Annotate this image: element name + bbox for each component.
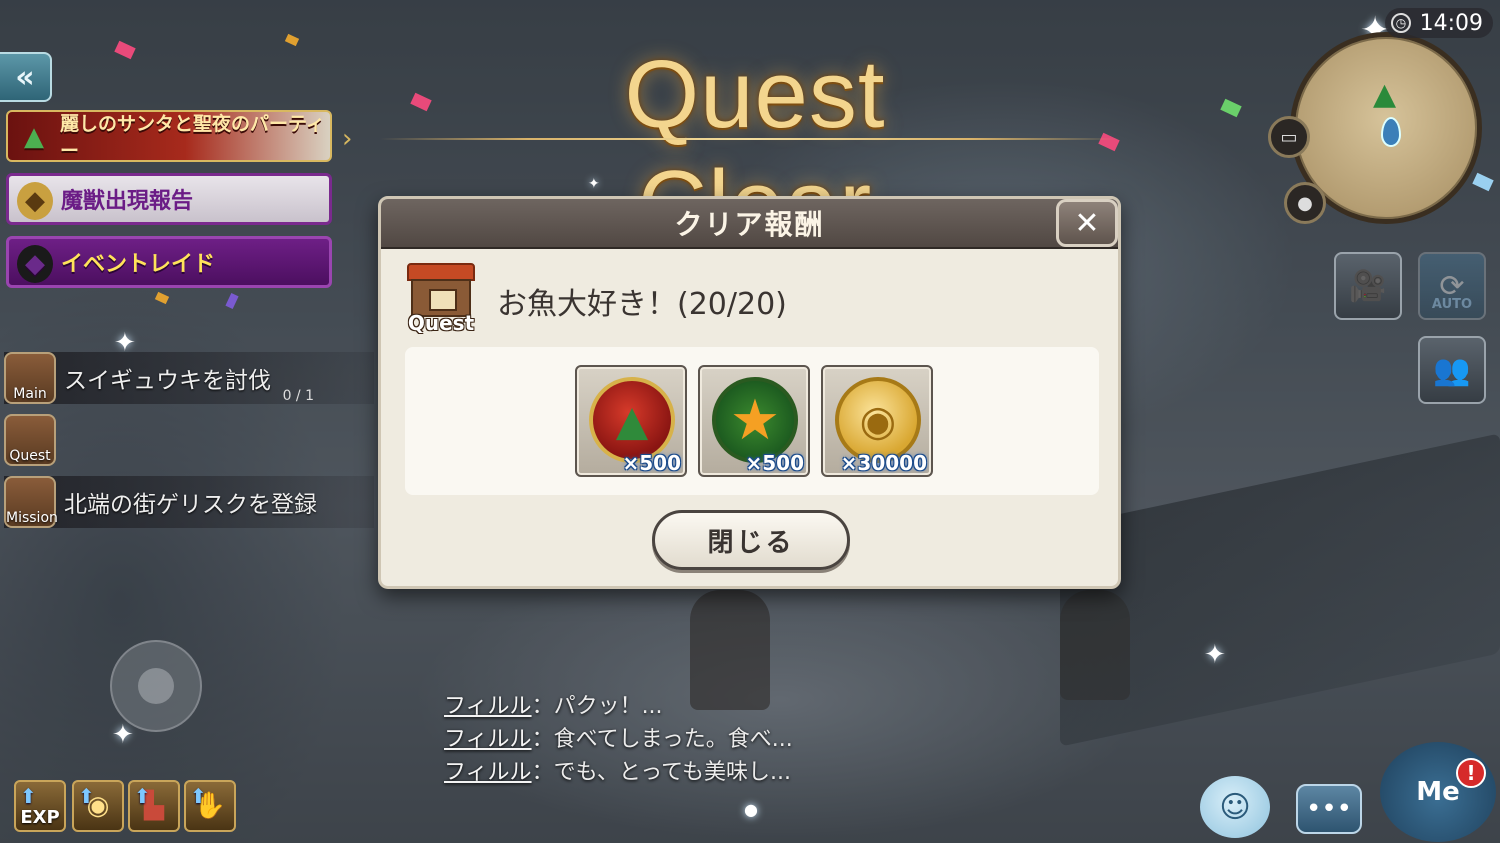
back-button[interactable]: « [0,52,52,102]
christmas-tree-icon: ▲ [24,122,44,152]
chat-line: フィルル：食べてしまった。食べ... [444,723,793,756]
dialog-close-button[interactable]: ✕ [1056,199,1118,247]
boost-label: EXP [20,807,60,828]
quest-row-main[interactable]: Main スイギュウキを討伐 0 / 1 [4,352,374,404]
chat-message: ：でも、とっても美味し... [531,760,792,785]
companion-character [1060,590,1130,700]
quest-badge-icon: Quest [403,263,479,335]
mission-icon: Mission [4,476,58,528]
smiley-face-icon: ☺ [1219,789,1251,825]
double-chevron-left-icon: « [15,59,35,95]
map-toggle-button[interactable]: ▭ [1268,116,1310,158]
quest-badge-label: Main [13,386,47,402]
quest-text: 北端の街ゲリスクを登録 [64,492,317,518]
exp-boost-button[interactable]: ⬆ EXP [14,780,66,832]
companion-button[interactable]: ● [1284,182,1326,224]
quest-icon: Quest [4,414,56,466]
title-underline [380,138,1120,140]
chat-button[interactable]: ••• [1296,784,1362,834]
hand-boost-button[interactable]: ⬆ ✋ [184,780,236,832]
beast-mask-icon: ◆ [17,182,53,220]
chat-log: フィルル：パクッ！... フィルル：食べてしまった。食べ... フィルル：でも、… [444,690,793,789]
up-arrow-icon: ⬆ [134,784,151,808]
cat-mask-icon: ◆ [17,245,53,283]
quest-badge-label: Mission [6,510,58,526]
quest-row-mission[interactable]: Mission 北端の街ゲリスクを登録 [4,476,374,528]
up-arrow-icon: ⬆ [20,784,37,808]
reward-quantity: ×500 [745,451,804,475]
event-banner-raid[interactable]: ◆ イベントレイド [6,236,332,288]
chat-speaker[interactable]: フィルル [444,727,532,752]
clock-icon: ◷ [1391,13,1411,33]
event-banner-label: イベントレイド [61,252,216,277]
chat-speaker[interactable]: フィルル [444,760,532,785]
quest-badge-label: Quest [407,311,475,335]
reward-quantity: ×30000 [840,451,927,475]
camera-icon: 🎥 [1349,268,1387,304]
clear-reward-dialog: クリア報酬 ✕ Quest お魚大好き！(20/20) ▲ ×500 ★ ×50… [378,196,1121,589]
event-banner-label: 麗しのサンタと聖夜のパーティー [60,113,325,162]
event-banner-christmas[interactable]: ▲ 麗しのサンタと聖夜のパーティー [6,110,332,162]
quest-badge-label: Quest [9,448,51,464]
close-button[interactable]: 閉じる [652,510,850,570]
alert-badge: ! [1456,758,1486,788]
party-button[interactable]: 👥 [1418,336,1486,404]
boot-boost-button[interactable]: ⬆ ▙ [128,780,180,832]
emote-button[interactable]: ☺ [1200,776,1270,838]
quest-text: スイギュウキを討伐 [64,368,271,394]
companion-face-icon: ● [1297,192,1313,214]
up-arrow-icon: ⬆ [78,784,95,808]
main-menu-button[interactable]: Me ! [1380,742,1496,842]
chat-line: フィルル：パクッ！... [444,690,793,723]
christmas-tree-marker-icon: ▲ [1373,77,1397,112]
player-location-pin-icon [1381,117,1401,147]
quest-row-quest[interactable]: Quest [4,414,64,466]
chat-bubble-icon: ••• [1305,794,1352,824]
chat-message: ：パクッ！... [531,694,663,719]
reward-list: ▲ ×500 ★ ×500 ◉ ×30000 [405,347,1099,495]
dialog-header: クリア報酬 [381,199,1118,249]
camera-button[interactable]: 🎥 [1334,252,1402,320]
party-icon: 👥 [1433,352,1471,388]
up-arrow-icon: ⬆ [190,784,207,808]
clock-time: 14:09 [1419,10,1483,36]
reward-item[interactable]: ▲ ×500 [575,365,687,477]
reward-item[interactable]: ◉ ×30000 [821,365,933,477]
status-clock: ◷ 14:09 [1385,8,1493,38]
auto-button[interactable]: ⟳ AUTO [1418,252,1486,320]
reward-quantity: ×500 [622,451,681,475]
coin-boost-button[interactable]: ⬆ ◉ [72,780,124,832]
close-icon: ✕ [1074,205,1100,241]
chevron-right-icon[interactable]: › [342,124,352,154]
sparkle: ● [744,800,758,819]
dialog-title: クリア報酬 [674,208,825,241]
chat-line: フィルル：でも、とっても美味し... [444,756,793,789]
main-quest-icon: Main [4,352,56,404]
chat-speaker[interactable]: フィルル [444,694,532,719]
reward-item[interactable]: ★ ×500 [698,365,810,477]
quest-title: お魚大好き！(20/20) [497,287,787,322]
event-banner-label: 魔獣出現報告 [61,189,194,214]
auto-label: AUTO [1431,297,1473,312]
menu-label: Me [1416,777,1460,807]
chat-message: ：食べてしまった。食べ... [531,727,793,752]
map-icon: ▭ [1280,126,1298,148]
quest-progress: 0 / 1 [282,388,314,404]
event-banner-beast-report[interactable]: ◆ 魔獣出現報告 [6,173,332,225]
sparkle: ✦ [1204,640,1226,670]
virtual-joystick[interactable] [110,640,202,732]
